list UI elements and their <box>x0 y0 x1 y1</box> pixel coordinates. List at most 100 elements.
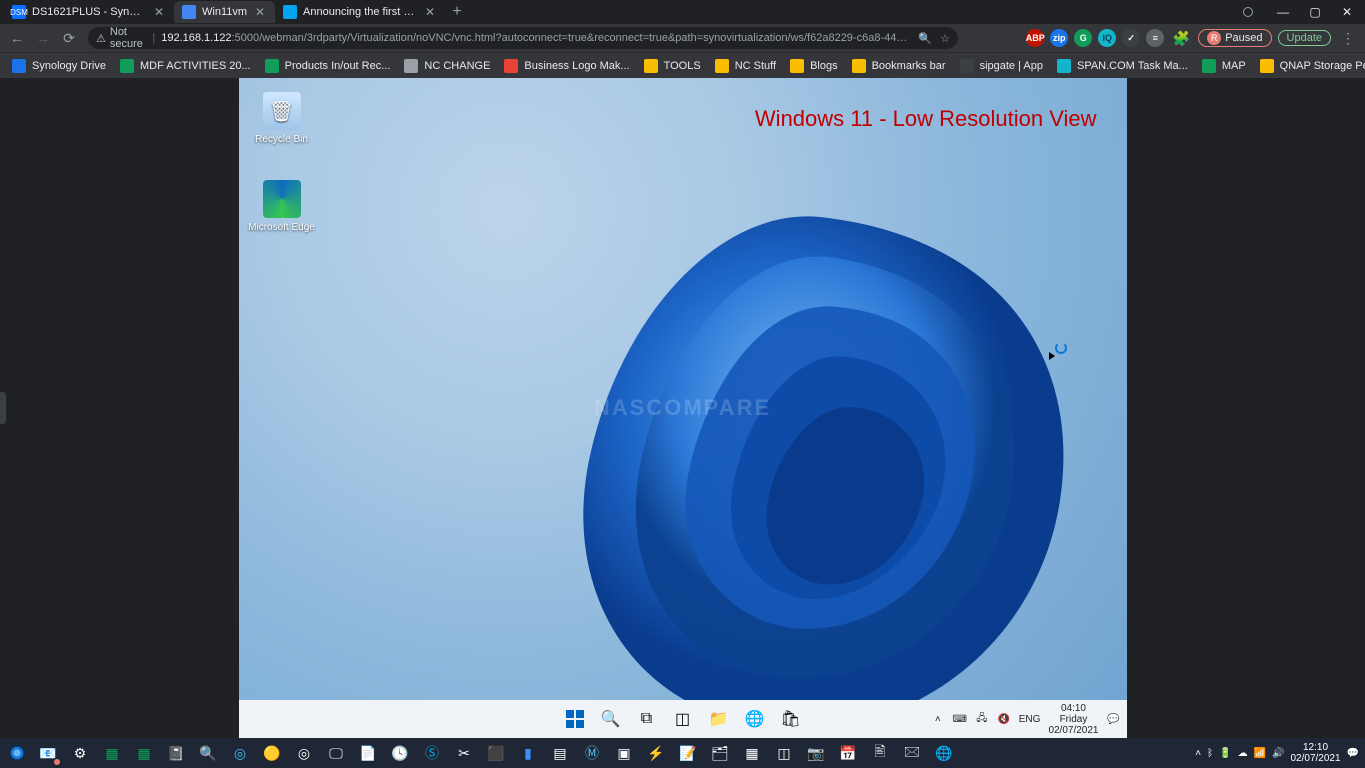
host-taskbar-app[interactable]: 📓 <box>160 739 192 767</box>
notifications-icon[interactable]: 💬 <box>1107 712 1121 726</box>
address-bar[interactable]: ⚠ Not secure | 192.168.1.122:5000/webman… <box>88 27 958 49</box>
host-taskbar-app[interactable]: 📷 <box>800 739 832 767</box>
host-taskbar-app[interactable]: ▦ <box>736 739 768 767</box>
host-taskbar-app[interactable]: 🗂 <box>704 739 736 767</box>
chrome-menu-button[interactable]: ⋮ <box>1337 27 1359 49</box>
bookmark-item[interactable]: MAP <box>1196 57 1252 75</box>
extensions-button[interactable]: 🧩 <box>1170 27 1192 49</box>
desktop-icon-recycle-bin[interactable]: 🗑 Recycle Bin <box>247 92 317 145</box>
maximize-button[interactable]: ▢ <box>1301 2 1329 22</box>
host-taskbar-app[interactable]: ▦ <box>96 739 128 767</box>
host-taskbar-app[interactable]: ⬛ <box>480 739 512 767</box>
keyboard-icon[interactable]: ⌨ <box>953 712 967 726</box>
close-icon[interactable]: ✕ <box>253 5 267 19</box>
host-taskbar-app[interactable]: 📄 <box>352 739 384 767</box>
bookmark-folder[interactable]: TOOLS <box>638 57 707 75</box>
bookmark-item[interactable]: Business Logo Mak... <box>498 57 635 75</box>
browser-tab[interactable]: Announcing the first Insider Prev ✕ <box>275 1 445 23</box>
host-taskbar-app[interactable]: 📧 <box>32 739 64 767</box>
host-search-button[interactable]: 🔍 <box>192 739 224 767</box>
host-taskbar-app[interactable]: ◎ <box>288 739 320 767</box>
win11-widgets-button[interactable]: ◫ <box>668 704 698 734</box>
extension-icon[interactable]: ✓ <box>1122 29 1140 47</box>
host-taskbar-app[interactable]: ◎ <box>224 739 256 767</box>
host-taskbar-app[interactable]: 🖹 <box>864 739 896 767</box>
tab-search-icon[interactable] <box>1243 7 1253 17</box>
win11-desktop[interactable]: NASCOMPARE Windows 11 - Low Resolution V… <box>239 78 1127 738</box>
bluetooth-icon[interactable]: ᛒ <box>1207 748 1213 759</box>
security-indicator[interactable]: ⚠ Not secure | <box>96 26 155 50</box>
host-clock[interactable]: 12:10 02/07/2021 <box>1290 742 1340 764</box>
bookmark-item[interactable]: QNAP Storage Perf... <box>1254 57 1365 75</box>
host-taskbar-app[interactable]: ✂ <box>448 739 480 767</box>
extension-icon[interactable]: zip <box>1050 29 1068 47</box>
update-button[interactable]: Update <box>1278 30 1331 46</box>
bookmark-folder[interactable]: NC Stuff <box>709 57 782 75</box>
bookmark-folder[interactable]: Bookmarks bar <box>846 57 952 75</box>
win11-store-button[interactable]: 🛍 <box>776 704 806 734</box>
novnc-panel-handle[interactable] <box>0 392 6 424</box>
win11-taskview-button[interactable]: ⧉ <box>632 704 662 734</box>
bookmark-item[interactable]: NC CHANGE <box>398 57 496 75</box>
battery-icon[interactable]: 🔋 <box>1219 748 1231 759</box>
host-taskbar-app[interactable]: ⚡ <box>640 739 672 767</box>
forward-button[interactable]: → <box>32 27 54 49</box>
network-icon[interactable]: 🖧 <box>975 712 989 726</box>
not-secure-label: Not secure <box>110 26 148 50</box>
profile-paused-pill[interactable]: R Paused <box>1198 29 1271 47</box>
tray-overflow-icon[interactable]: ˄ <box>931 712 945 726</box>
host-taskbar-app[interactable]: 🕓 <box>384 739 416 767</box>
bookmark-item[interactable]: sipgate | App <box>954 57 1049 75</box>
close-icon[interactable]: ✕ <box>152 5 166 19</box>
bookmark-item[interactable]: Synology Drive <box>6 57 112 75</box>
back-button[interactable]: ← <box>6 27 28 49</box>
host-system-tray[interactable]: ˄ ᛒ 🔋 ☁ 📶 🔊 12:10 02/07/2021 💬 <box>1195 742 1363 764</box>
browser-tab[interactable]: Win11vm ✕ <box>174 1 275 23</box>
extension-icon[interactable]: ≡ <box>1146 29 1164 47</box>
host-taskbar-app[interactable]: ▤ <box>544 739 576 767</box>
host-taskbar-app[interactable]: ◫ <box>768 739 800 767</box>
onedrive-icon[interactable]: ☁ <box>1238 748 1248 759</box>
reload-button[interactable]: ⟳ <box>58 27 80 49</box>
volume-icon[interactable]: 🔊 <box>1272 748 1284 759</box>
win11-edge-button[interactable]: 🌐 <box>740 704 770 734</box>
language-indicator[interactable]: ENG <box>1019 714 1041 725</box>
host-taskbar-app[interactable]: ▮ <box>512 739 544 767</box>
bookmark-item[interactable]: Products In/out Rec... <box>259 57 397 75</box>
host-taskbar-app[interactable]: 🖂 <box>896 739 928 767</box>
wifi-icon[interactable]: 📶 <box>1254 748 1266 759</box>
host-taskbar-app[interactable]: ▣ <box>608 739 640 767</box>
win11-start-button[interactable] <box>560 704 590 734</box>
volume-icon[interactable]: 🔇 <box>997 712 1011 726</box>
browser-tab[interactable]: DSM DS1621PLUS - Synology NAS ✕ <box>4 1 174 23</box>
host-taskbar-app[interactable]: Ⓜ <box>576 739 608 767</box>
bookmark-item[interactable]: MDF ACTIVITIES 20... <box>114 57 257 75</box>
extension-icon[interactable]: G <box>1074 29 1092 47</box>
host-start-button[interactable] <box>2 738 32 768</box>
extension-icon[interactable]: IQ <box>1098 29 1116 47</box>
bookmark-folder[interactable]: Blogs <box>784 57 844 75</box>
host-taskbar-app[interactable]: Ⓢ <box>416 739 448 767</box>
host-taskbar-app[interactable]: ▦ <box>128 739 160 767</box>
new-tab-button[interactable]: + <box>445 0 469 24</box>
win11-system-tray[interactable]: ˄ ⌨ 🖧 🔇 ENG 04:10 Friday 02/07/2021 💬 <box>931 703 1121 736</box>
host-taskbar-chrome[interactable]: 🟡 <box>256 739 288 767</box>
minimize-button[interactable]: — <box>1269 2 1297 22</box>
action-center-icon[interactable]: 💬 <box>1347 748 1359 759</box>
host-taskbar-app[interactable]: 📅 <box>832 739 864 767</box>
win11-clock[interactable]: 04:10 Friday 02/07/2021 <box>1048 703 1098 736</box>
close-icon[interactable]: ✕ <box>423 5 437 19</box>
zoom-icon[interactable]: 🔍 <box>918 32 932 45</box>
win11-search-button[interactable]: 🔍 <box>596 704 626 734</box>
bookmark-item[interactable]: SPAN.COM Task Ma... <box>1051 57 1194 75</box>
host-taskbar-app[interactable]: 🌐 <box>928 739 960 767</box>
host-taskbar-app[interactable]: 📝 <box>672 739 704 767</box>
host-taskbar-app[interactable]: ⚙ <box>64 739 96 767</box>
host-taskbar-app[interactable]: 🖵 <box>320 739 352 767</box>
close-window-button[interactable]: ✕ <box>1333 2 1361 22</box>
tray-overflow-icon[interactable]: ˄ <box>1195 748 1201 759</box>
extension-abp-icon[interactable]: ABP <box>1026 29 1044 47</box>
bookmark-star-icon[interactable]: ☆ <box>940 32 950 45</box>
desktop-icon-edge[interactable]: Microsoft Edge <box>247 180 317 233</box>
win11-explorer-button[interactable]: 📁 <box>704 704 734 734</box>
